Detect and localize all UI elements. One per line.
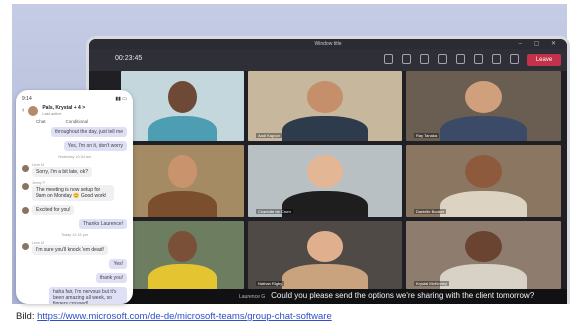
raise-hand-icon[interactable] bbox=[438, 54, 447, 64]
participant-head bbox=[464, 80, 503, 113]
chat-header: ‹ Pals, Krystal + 4 > Last active bbox=[22, 105, 127, 116]
image-credit: Bild: https://www.microsoft.com/de-de/mi… bbox=[16, 311, 332, 322]
camera-icon[interactable] bbox=[474, 54, 483, 64]
video-tile[interactable]: Ray Tanaka bbox=[406, 71, 561, 141]
participant-head bbox=[464, 230, 503, 262]
credit-link[interactable]: https://www.microsoft.com/de-de/microsof… bbox=[37, 311, 332, 322]
live-caption: Laurence G Could you please send the opti… bbox=[89, 289, 567, 304]
video-tile[interactable]: Nathan Rigby bbox=[248, 221, 402, 289]
chat-icon[interactable] bbox=[402, 54, 411, 64]
message-content: Jenny P The meeting is now setup for 9am … bbox=[32, 181, 114, 201]
toolbar-icons bbox=[384, 54, 519, 64]
participant-body bbox=[281, 264, 369, 289]
back-chevron-icon[interactable]: ‹ bbox=[22, 107, 24, 114]
window-controls[interactable]: – ▢ ✕ bbox=[519, 39, 561, 49]
sent-message: Thanks Laurence! bbox=[78, 219, 127, 229]
participant-name: Aadi Kapoor bbox=[256, 133, 283, 138]
video-tile[interactable] bbox=[121, 221, 244, 289]
video-tile[interactable] bbox=[121, 145, 244, 217]
teams-meeting-window: Window title – ▢ ✕ 00:23:45 Leave Aadi K… bbox=[89, 39, 567, 304]
reactions-icon[interactable] bbox=[420, 54, 429, 64]
chat-subtitle: Last active bbox=[42, 111, 62, 116]
received-message: Excited for you! bbox=[22, 205, 127, 215]
message-bubble: Sorry, I'm a bit late, ok? bbox=[32, 167, 92, 177]
video-tile[interactable]: Krystal McKinney bbox=[406, 221, 561, 289]
avatar bbox=[22, 165, 29, 172]
sent-message: thank you! bbox=[95, 273, 127, 283]
participant-head bbox=[306, 155, 344, 189]
meeting-toolbar: 00:23:45 Leave bbox=[89, 49, 567, 71]
participant-body bbox=[440, 264, 527, 289]
participant-head bbox=[306, 80, 344, 113]
video-tile[interactable]: Charlotte de Crum bbox=[248, 145, 402, 217]
participant-head bbox=[464, 155, 503, 189]
message-content: Leon M Sorry, I'm a bit late, ok? bbox=[32, 163, 92, 177]
tab-chat[interactable]: Chat bbox=[36, 119, 46, 124]
video-tile[interactable]: Aadi Kapoor bbox=[248, 71, 402, 141]
message-date-separator: Yesterday 10:34 am bbox=[57, 155, 92, 159]
message-bubble: The meeting is now setup for 9am on Mond… bbox=[32, 185, 114, 201]
phone-status-bar: 9:14 ▮▮ ▭ bbox=[22, 96, 127, 102]
tab-conditional[interactable]: Conditional bbox=[66, 119, 89, 124]
leave-button[interactable]: Leave bbox=[527, 54, 561, 66]
microphone-icon[interactable] bbox=[492, 54, 501, 64]
video-grid: Aadi Kapoor Ray Tanaka Charlotte de Crum Da… bbox=[121, 71, 561, 289]
participant-body bbox=[440, 190, 527, 217]
sent-message: haha fair, I'm nervous but it's been ama… bbox=[49, 287, 127, 304]
message-list: throughout the day, just tell me Yes, I'm… bbox=[22, 127, 127, 304]
chat-tabs: Chat Conditional bbox=[36, 119, 127, 124]
participant-name: Danielle Booker bbox=[414, 209, 447, 214]
received-message: Jenny P The meeting is now setup for 9am … bbox=[22, 181, 127, 201]
message-bubble: I'm sure you'll knock 'em dead! bbox=[32, 245, 108, 255]
sent-message: throughout the day, just tell me bbox=[50, 127, 127, 137]
received-message: Leon M I'm sure you'll knock 'em dead! bbox=[22, 241, 127, 255]
participant-name: Nathan Rigby bbox=[256, 281, 285, 286]
share-screen-icon[interactable] bbox=[510, 54, 519, 64]
participant-head bbox=[167, 155, 198, 189]
participant-head bbox=[167, 80, 198, 113]
message-bubble: Excited for you! bbox=[32, 205, 75, 215]
phone-time: 9:14 bbox=[22, 96, 32, 102]
participant-body bbox=[281, 190, 369, 217]
participants-icon[interactable] bbox=[384, 54, 393, 64]
participant-body bbox=[148, 190, 217, 217]
participant-name: Krystal McKinney bbox=[414, 281, 449, 286]
message-content: Leon M I'm sure you'll knock 'em dead! bbox=[32, 241, 108, 255]
window-titlebar: Window title – ▢ ✕ bbox=[89, 39, 567, 49]
avatar bbox=[22, 243, 29, 250]
more-options-icon[interactable] bbox=[456, 54, 465, 64]
sent-message: Yes, I'm on it, don't worry bbox=[63, 141, 127, 151]
avatar bbox=[28, 105, 39, 116]
credit-prefix: Bild: bbox=[16, 311, 38, 322]
participant-name: Charlotte de Crum bbox=[256, 209, 293, 214]
caption-text: Could you please send the options we're … bbox=[271, 291, 535, 300]
avatar bbox=[22, 183, 29, 190]
participant-body bbox=[281, 115, 369, 141]
video-tile[interactable] bbox=[121, 71, 244, 141]
participant-body bbox=[440, 115, 527, 141]
participant-head bbox=[167, 230, 198, 262]
participant-body bbox=[148, 264, 217, 289]
meeting-timer: 00:23:45 bbox=[115, 55, 143, 62]
caption-speaker: Laurence G bbox=[239, 294, 266, 300]
phone-chat: 9:14 ▮▮ ▭ ‹ Pals, Krystal + 4 > Last act… bbox=[16, 90, 133, 304]
participant-name: Ray Tanaka bbox=[414, 133, 440, 138]
message-date-separator: Today 12:16 pm bbox=[60, 233, 89, 237]
video-tile[interactable]: Danielle Booker bbox=[406, 145, 561, 217]
avatar bbox=[22, 207, 29, 214]
signal-battery-icon: ▮▮ ▭ bbox=[115, 96, 127, 102]
participant-head bbox=[306, 230, 344, 262]
laptop-frame: Window title – ▢ ✕ 00:23:45 Leave Aadi K… bbox=[86, 36, 570, 304]
message-content: Excited for you! bbox=[32, 205, 75, 215]
received-message: Leon M Sorry, I'm a bit late, ok? bbox=[22, 163, 127, 177]
window-title: Window title bbox=[314, 41, 342, 47]
sent-message: Yes! bbox=[109, 259, 127, 269]
participant-body bbox=[148, 115, 217, 141]
